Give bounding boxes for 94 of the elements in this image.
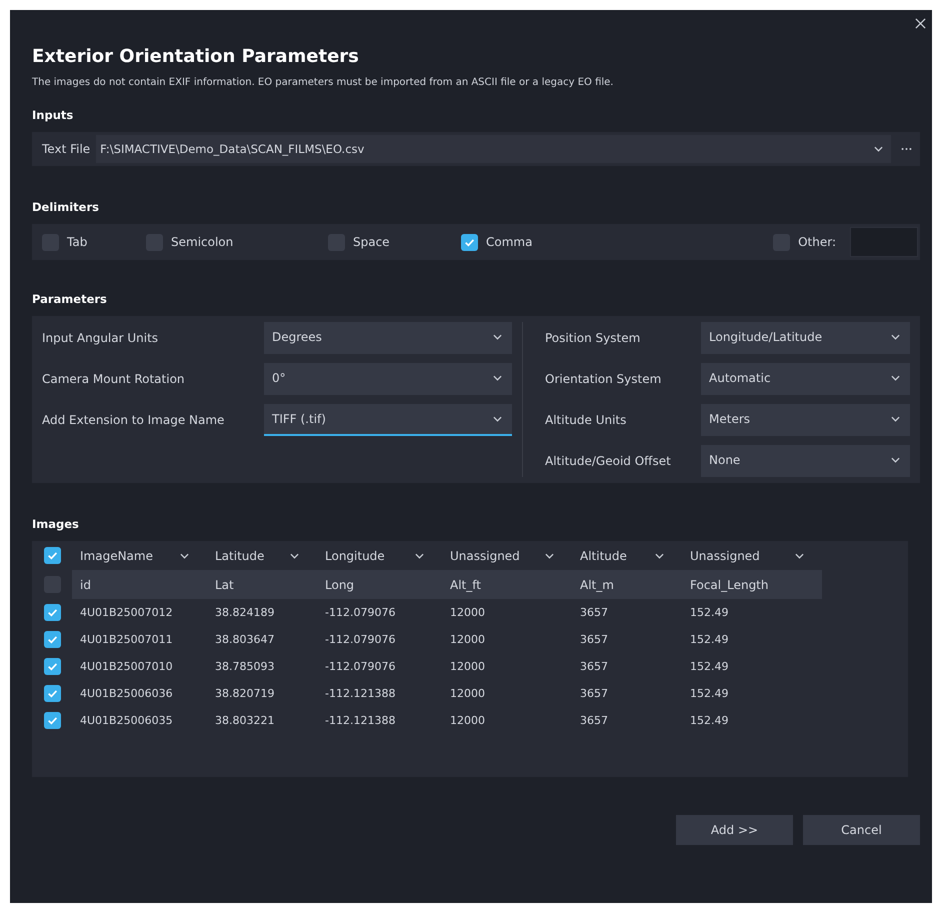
- chevron-down-icon: [891, 457, 900, 463]
- column-dropdown[interactable]: Altitude: [572, 548, 682, 562]
- table-cell-text: -112.121388: [324, 686, 396, 702]
- column-dropdown[interactable]: ImageName: [72, 548, 207, 562]
- table-cell-text: 4U01B25007012: [79, 605, 174, 621]
- section-heading: Parameters: [32, 292, 108, 306]
- table-cell-text: 38.824189: [214, 605, 276, 621]
- table-cell-text: -112.079076: [324, 605, 396, 621]
- chevron-down-icon: [891, 375, 900, 381]
- table-cell-text: 12000: [449, 632, 486, 648]
- dropdown[interactable]: Degrees: [264, 322, 512, 354]
- checkbox[interactable]: [44, 685, 60, 702]
- chevron-down-icon: [493, 375, 502, 381]
- field-name-cell: Focal_Length: [682, 570, 822, 599]
- checkbox-label: Tab: [67, 235, 88, 249]
- checkbox[interactable]: [44, 547, 60, 564]
- chevron-down-icon: [180, 552, 189, 558]
- chevron-down-icon: [891, 334, 900, 340]
- table-cell-text: 4U01B25007011: [79, 632, 174, 648]
- checkbox-label: Semicolon: [171, 235, 234, 249]
- field-label: Camera Mount Rotation: [42, 372, 186, 386]
- chevron-down-icon: [415, 552, 424, 558]
- field-label: Altitude Units: [545, 413, 628, 427]
- table-cell-text: -112.079076: [324, 659, 396, 675]
- chevron-down-icon: [290, 552, 299, 558]
- file-path-dropdown[interactable]: F:\SIMACTIVE\Demo_Data\SCAN_FILMS\EO.csv: [96, 135, 891, 163]
- table-cell-text: 38.803221: [214, 713, 276, 729]
- table-cell-text: 3657: [579, 713, 609, 729]
- table-cell-text: 152.49: [689, 605, 730, 621]
- dialog-title: Exterior Orientation Parameters: [32, 46, 360, 67]
- chevron-down-icon: [874, 146, 883, 152]
- dropdown[interactable]: TIFF (.tif): [264, 404, 512, 436]
- field-name-cell: Lat: [207, 570, 317, 599]
- chevron-down-icon: [655, 552, 664, 558]
- chevron-down-icon: [493, 416, 502, 422]
- cancel-button[interactable]: Cancel: [803, 815, 920, 845]
- checkbox[interactable]: [461, 234, 478, 250]
- table-cell-text: 12000: [449, 713, 486, 729]
- section-heading: Delimiters: [32, 200, 100, 214]
- checkbox[interactable]: [44, 658, 60, 675]
- table-cell-text: 3657: [579, 659, 609, 675]
- field-name-cell: Alt_ft: [442, 570, 572, 599]
- table-cell-text: 38.820719: [214, 686, 276, 702]
- dropdown[interactable]: None: [701, 445, 910, 477]
- column-dropdown[interactable]: Unassigned: [682, 548, 822, 562]
- dialog-description: The images do not contain EXIF information. EO parameters must be imported from an ASCII file or a legacy EO file.: [32, 77, 614, 88]
- table-cell-text: 12000: [449, 605, 486, 621]
- dropdown[interactable]: 0°: [264, 363, 512, 395]
- chevron-down-icon: [795, 552, 804, 558]
- chevron-down-icon: [891, 416, 900, 422]
- table-cell-text: 3657: [579, 632, 609, 648]
- section-heading: Inputs: [32, 108, 74, 122]
- table-cell-text: 38.803647: [214, 632, 276, 648]
- column-dropdown[interactable]: Longitude: [317, 548, 442, 562]
- table-cell-text: 152.49: [689, 686, 730, 702]
- table-cell-text: 3657: [579, 605, 609, 621]
- checkbox-label: Comma: [486, 235, 532, 249]
- table-cell-text: 4U01B25006035: [79, 713, 174, 729]
- field-label: Input Angular Units: [42, 331, 160, 345]
- column-dropdown[interactable]: Unassigned: [442, 548, 572, 562]
- table-cell-text: -112.121388: [324, 713, 396, 729]
- field-name-cell: id: [72, 570, 207, 599]
- column-dropdown[interactable]: Latitude: [207, 548, 317, 562]
- table-cell-text: 12000: [449, 659, 486, 675]
- field-name-cell: Long: [317, 570, 442, 599]
- dropdown[interactable]: Automatic: [701, 363, 910, 395]
- chevron-down-icon: [545, 552, 554, 558]
- table-cell-text: 4U01B25006036: [79, 686, 174, 702]
- checkbox-label: Other:: [798, 235, 836, 249]
- checkbox[interactable]: [44, 604, 60, 621]
- add-button[interactable]: Add >>: [676, 815, 793, 845]
- field-label: Orientation System: [545, 372, 662, 386]
- close-icon[interactable]: [915, 18, 926, 29]
- table-cell-text: 152.49: [689, 713, 730, 729]
- table-cell-text: 38.785093: [214, 659, 276, 675]
- chevron-down-icon: [493, 334, 502, 340]
- section-heading: Images: [32, 517, 80, 531]
- field-label: Text File: [42, 142, 90, 156]
- table-cell-text: -112.079076: [324, 632, 396, 648]
- more-icon[interactable]: [901, 147, 912, 151]
- field-label: Altitude/Geoid Offset: [545, 454, 672, 468]
- field-label: Position System: [545, 331, 642, 345]
- field-label: Add Extension to Image Name: [42, 413, 226, 427]
- table-cell-text: 12000: [449, 686, 486, 702]
- table-cell-text: 152.49: [689, 659, 730, 675]
- dropdown[interactable]: Meters: [701, 404, 910, 436]
- dropdown[interactable]: Longitude/Latitude: [701, 322, 910, 354]
- field-name-cell: Alt_m: [572, 570, 682, 599]
- checkbox[interactable]: [44, 712, 60, 729]
- checkbox[interactable]: [44, 631, 60, 648]
- table-cell-text: 4U01B25007010: [79, 659, 174, 675]
- table-cell-text: 152.49: [689, 632, 730, 648]
- table-cell-text: 3657: [579, 686, 609, 702]
- checkbox-label: Space: [353, 235, 390, 249]
